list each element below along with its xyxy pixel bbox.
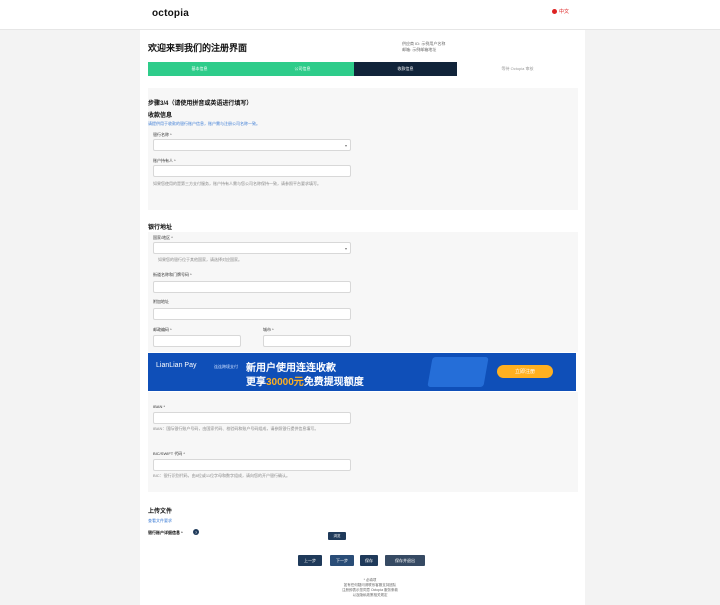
- payment-info-note: 请提供用于收款的银行账户信息，账户需与注册公司名称一致。: [148, 121, 260, 126]
- payment-info-title: 收款信息: [148, 113, 173, 119]
- save-button[interactable]: 保存: [360, 555, 378, 566]
- next-button[interactable]: 下一步: [330, 555, 354, 566]
- progress-steps: 基本信息 公司信息 收款信息 等待 Octopia 审核: [148, 62, 578, 76]
- chevron-down-icon: ▾: [344, 143, 347, 148]
- banner-tag: 连连跨境支付: [214, 364, 238, 369]
- street-label: 街道名称和门牌号码 *: [153, 272, 192, 277]
- question-icon[interactable]: ?: [193, 529, 199, 535]
- bic-label: BIC/SWIFT 代码 *: [153, 451, 185, 456]
- country-select[interactable]: ▾: [153, 242, 351, 254]
- banner-subline: 更享30000元免费提现额度: [246, 373, 364, 388]
- flag-icon: [552, 9, 557, 15]
- banner-cta-button[interactable]: 立即注册: [497, 365, 553, 378]
- account-info: 供应商 ID: 示例用户名称 邮箱: 示例邮箱地址: [402, 41, 445, 53]
- chevron-down-icon: ▾: [344, 246, 347, 251]
- postal-code-label: 邮政编码 *: [153, 327, 172, 332]
- bank-name-label: 银行名称 *: [153, 132, 172, 137]
- city-label: 城市 *: [263, 327, 274, 332]
- country-label: 国家/地区 *: [153, 235, 173, 240]
- step-4: 等待 Octopia 审核: [457, 62, 578, 76]
- iban-label: IBAN *: [153, 404, 166, 409]
- browse-button[interactable]: 浏览: [328, 532, 346, 540]
- account-line-2: 邮箱: 示例邮箱地址: [402, 47, 437, 52]
- banner-subline-post: 免费提现额度: [303, 377, 364, 388]
- upload-title: 上传文件: [148, 509, 173, 515]
- lianlian-promo-banner[interactable]: LianLian Pay 连连跨境支付 新用户使用连连收款 更享30000元免费…: [148, 353, 576, 391]
- postal-code-input[interactable]: [153, 335, 241, 347]
- logo: octopia: [152, 8, 189, 19]
- bank-details-upload-label: 银行账户详细信息 *: [148, 530, 183, 535]
- street-input[interactable]: [153, 281, 351, 293]
- footer-notes: * 必填项 如有任何疑问请联系客服支持团队 注册即表示您同意 Octopia 服…: [300, 578, 440, 598]
- language-selector[interactable]: 中文: [552, 8, 569, 15]
- banner-headline: 新用户使用连连收款: [246, 363, 336, 374]
- step-2: 公司信息: [251, 62, 354, 76]
- bic-input[interactable]: [153, 459, 351, 471]
- bank-address-title: 银行地址: [148, 225, 173, 231]
- iban-hint: IBAN：国际银行账户号码，由国家代码、校验码和账户号码组成，请参照银行提供信息…: [153, 426, 319, 431]
- previous-button[interactable]: 上一步: [298, 555, 322, 566]
- window: octopia 中文 欢迎来到我们的注册界面 供应商 ID: 示例用户名称 邮箱…: [0, 0, 720, 605]
- city-input[interactable]: [263, 335, 351, 347]
- iban-input[interactable]: [153, 412, 351, 424]
- bic-hint: BIC：银行识别代码，由8位或11位字母和数字组成，请向您的开户银行确认。: [153, 473, 291, 478]
- extra-address-input[interactable]: [153, 308, 351, 320]
- banner-subline-pre: 更享: [246, 377, 266, 388]
- banner-amount: 30000元: [266, 377, 304, 388]
- country-hint: 如果您的银行位于其他国家，请选择对应国家。: [158, 257, 242, 262]
- step-3-active: 收款信息: [354, 62, 457, 76]
- save-exit-button[interactable]: 保存并退出: [385, 555, 425, 566]
- page-title: 欢迎来到我们的注册界面: [148, 43, 248, 53]
- footer-line-4: 以及隐私政策相关规定: [352, 593, 388, 597]
- account-holder-hint: 如果您使用的是第三方支付服务，账户持有人需与您公司名称保持一致，请参照平台要求填…: [153, 181, 321, 186]
- language-label: 中文: [559, 9, 570, 15]
- extra-address-label: 附加地址: [153, 299, 169, 304]
- file-requirements-link[interactable]: 查看文件要求: [148, 518, 172, 524]
- banner-illustration: [427, 357, 489, 387]
- bank-name-select[interactable]: ▾: [153, 139, 351, 151]
- step-heading: 步骤3/4（请使用拼音或英语进行填写）: [148, 101, 253, 107]
- banner-brand: LianLian Pay: [156, 362, 197, 369]
- account-holder-input[interactable]: [153, 165, 351, 177]
- top-bar: octopia 中文: [0, 0, 720, 30]
- step-1: 基本信息: [148, 62, 251, 76]
- account-holder-label: 账户持有人 *: [153, 158, 176, 163]
